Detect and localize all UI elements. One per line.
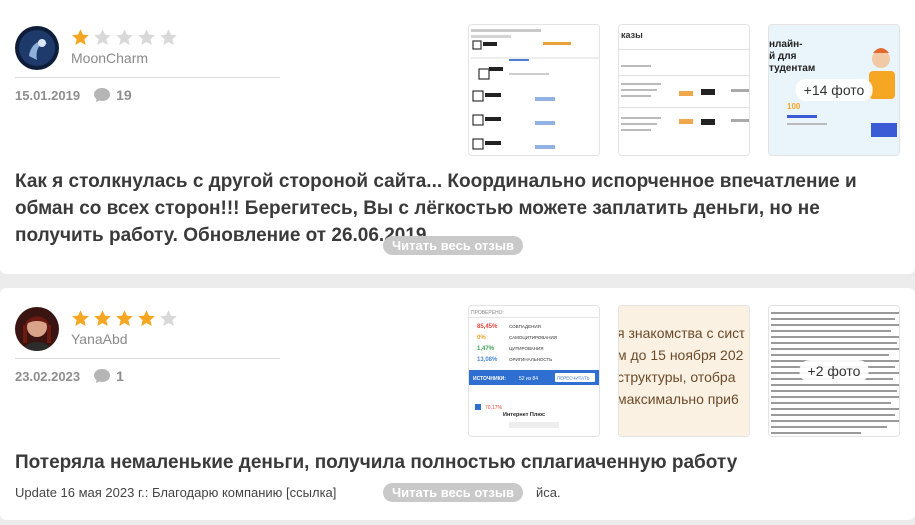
review-photo-thumb[interactable]: я знакомства с сисτ м до 15 ноября 202 с… — [618, 305, 750, 437]
star-empty-icon — [116, 29, 133, 46]
divider — [15, 77, 280, 78]
svg-text:13,08%: 13,08% — [477, 357, 498, 363]
review-meta: 23.02.2023 1 — [15, 368, 124, 384]
star-empty-icon — [94, 29, 111, 46]
review-card: MoonCharm 15.01.2019 19 казы нлайн- й дл… — [0, 0, 915, 274]
photo-count-badge[interactable]: +14 фото — [795, 79, 873, 101]
review-photo-thumb[interactable]: казы — [618, 24, 750, 156]
review-title[interactable]: Потеряла немаленькие деньги, получила по… — [15, 450, 905, 476]
svg-text:максимально при6: максимально при6 — [619, 391, 739, 407]
svg-text:85,45%: 85,45% — [477, 324, 498, 330]
star-filled-icon — [116, 310, 133, 327]
comment-icon — [94, 369, 111, 383]
star-filled-icon — [94, 310, 111, 327]
review-card: YanaAbd 23.02.2023 1 ПРОВЕРЕНО: 85,45% 0… — [0, 288, 915, 520]
comment-count[interactable]: 19 — [116, 87, 132, 103]
username[interactable]: YanaAbd — [71, 331, 128, 347]
review-photo-thumb[interactable]: +2 фото — [768, 305, 900, 437]
star-filled-icon — [72, 29, 89, 46]
review-photo-thumb[interactable] — [468, 24, 600, 156]
svg-text:я знакомства с сисτ: я знакомства с сисτ — [619, 325, 745, 341]
read-full-review-button[interactable]: Читать весь отзыв — [383, 236, 523, 255]
svg-text:САМОЦИТИРОВАНИЯ: САМОЦИТИРОВАНИЯ — [509, 335, 557, 340]
comment-count[interactable]: 1 — [116, 368, 124, 384]
svg-text:1,47%: 1,47% — [477, 346, 495, 352]
photo-count-badge[interactable]: +2 фото — [799, 360, 869, 382]
svg-text:ПРОВЕРЕНО:: ПРОВЕРЕНО: — [471, 310, 504, 316]
review-meta: 15.01.2019 19 — [15, 87, 132, 103]
svg-text:70,17%: 70,17% — [485, 405, 503, 411]
svg-text:нлайн-: нлайн- — [769, 39, 802, 50]
star-empty-icon — [160, 310, 177, 327]
svg-text:52 из 84: 52 из 84 — [519, 376, 538, 382]
svg-text:Интернет Плюс: Интернет Плюс — [503, 412, 545, 418]
review-photo-thumb[interactable]: нлайн- й для тудентам 100 +14 фото — [768, 24, 900, 156]
svg-text:0%: 0% — [477, 335, 486, 341]
review-photo-thumb[interactable]: ПРОВЕРЕНО: 85,45% 0% 1,47% 13,08% СОВПАД… — [468, 305, 600, 437]
review-update-tail: йса. — [536, 485, 561, 500]
star-empty-icon — [138, 29, 155, 46]
user-avatar[interactable] — [15, 26, 59, 70]
svg-text:ЦИТИРОВАНИЯ: ЦИТИРОВАНИЯ — [509, 346, 544, 351]
username[interactable]: MoonCharm — [71, 50, 148, 66]
rating-stars — [71, 309, 178, 328]
star-filled-icon — [72, 310, 89, 327]
rating-stars — [71, 28, 178, 47]
svg-text:структуры, отобра: структуры, отобра — [619, 369, 736, 385]
svg-text:100: 100 — [787, 102, 801, 111]
star-empty-icon — [160, 29, 177, 46]
svg-text:ПЕРЕСЧИТАТЬ: ПЕРЕСЧИТАТЬ — [557, 376, 590, 381]
review-date: 23.02.2023 — [15, 368, 81, 384]
svg-text:казы: казы — [621, 30, 643, 40]
divider — [15, 358, 280, 359]
user-avatar[interactable] — [15, 307, 59, 351]
svg-text:м до 15 ноября 202: м до 15 ноября 202 — [619, 347, 744, 363]
star-filled-icon — [138, 310, 155, 327]
svg-text:ИСТОЧНИКИ:: ИСТОЧНИКИ: — [473, 376, 506, 382]
read-full-review-button[interactable]: Читать весь отзыв — [383, 483, 523, 502]
svg-text:СОВПАДЕНИЯ: СОВПАДЕНИЯ — [509, 324, 541, 329]
review-date: 15.01.2019 — [15, 87, 81, 103]
svg-text:й для: й для — [769, 51, 797, 62]
svg-text:тудентам: тудентам — [769, 63, 815, 74]
svg-text:ОРИГИНАЛЬНОСТЬ: ОРИГИНАЛЬНОСТЬ — [509, 357, 552, 362]
review-update-text: Update 16 мая 2023 г.: Благодарю компани… — [15, 485, 337, 500]
comment-icon — [94, 88, 111, 102]
